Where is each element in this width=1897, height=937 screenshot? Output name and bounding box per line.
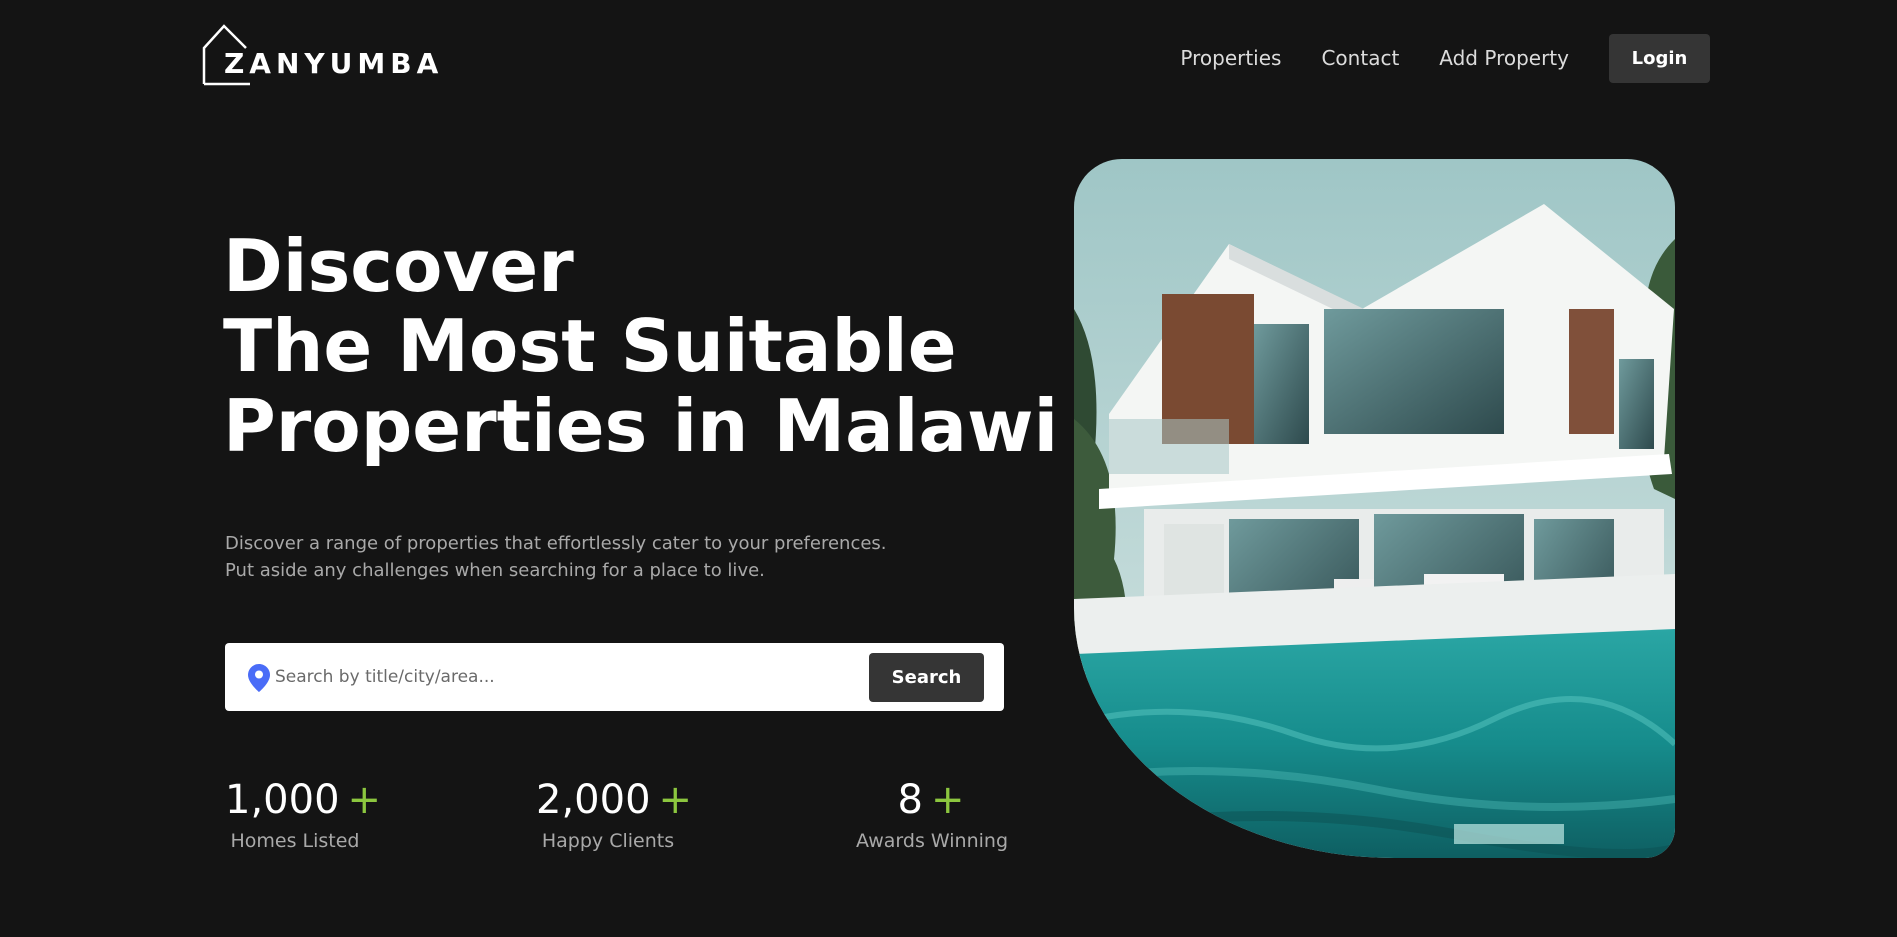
villa-illustration [1074, 159, 1675, 858]
hero-title-line: Properties in Malawi [223, 384, 1059, 468]
hero-property-image [1074, 159, 1675, 858]
hero-description-line: Put aside any challenges when searching … [225, 560, 765, 581]
brand-logo[interactable]: ZANYUMBA [202, 24, 438, 86]
stat-label: Homes Listed [230, 830, 360, 852]
location-pin-icon [248, 664, 270, 692]
stat-happy-clients: 2,000 + Happy Clients [536, 776, 692, 852]
hero-title-line: Discover [223, 224, 574, 308]
hero-title-line: The Most Suitable [223, 304, 957, 388]
search-input[interactable] [275, 643, 835, 711]
stat-plus: + [658, 777, 693, 823]
brand-name: ZANYUMBA [224, 47, 444, 80]
nav-properties[interactable]: Properties [1180, 48, 1281, 68]
stat-label: Awards Winning [856, 830, 1008, 852]
stat-label: Happy Clients [541, 830, 675, 852]
hero-description: Discover a range of properties that effo… [225, 530, 887, 584]
stat-plus: + [347, 777, 382, 823]
stat-plus: + [930, 777, 965, 823]
search-button[interactable]: Search [869, 653, 984, 702]
stat-value: 1,000 [225, 777, 340, 823]
stat-value: 8 [897, 777, 923, 823]
hero-description-line: Discover a range of properties that effo… [225, 533, 887, 554]
hero-title: Discover The Most Suitable Properties in… [223, 226, 1058, 466]
search-bar: Search [225, 643, 1004, 711]
login-button[interactable]: Login [1609, 33, 1710, 83]
nav-add-property[interactable]: Add Property [1439, 48, 1569, 68]
stat-value: 2,000 [536, 777, 651, 823]
main-nav: Properties Contact Add Property Login [1180, 33, 1710, 83]
nav-contact[interactable]: Contact [1321, 48, 1399, 68]
stat-awards-winning: 8 + Awards Winning [856, 776, 1008, 852]
stat-homes-listed: 1,000 + Homes Listed [225, 776, 381, 852]
